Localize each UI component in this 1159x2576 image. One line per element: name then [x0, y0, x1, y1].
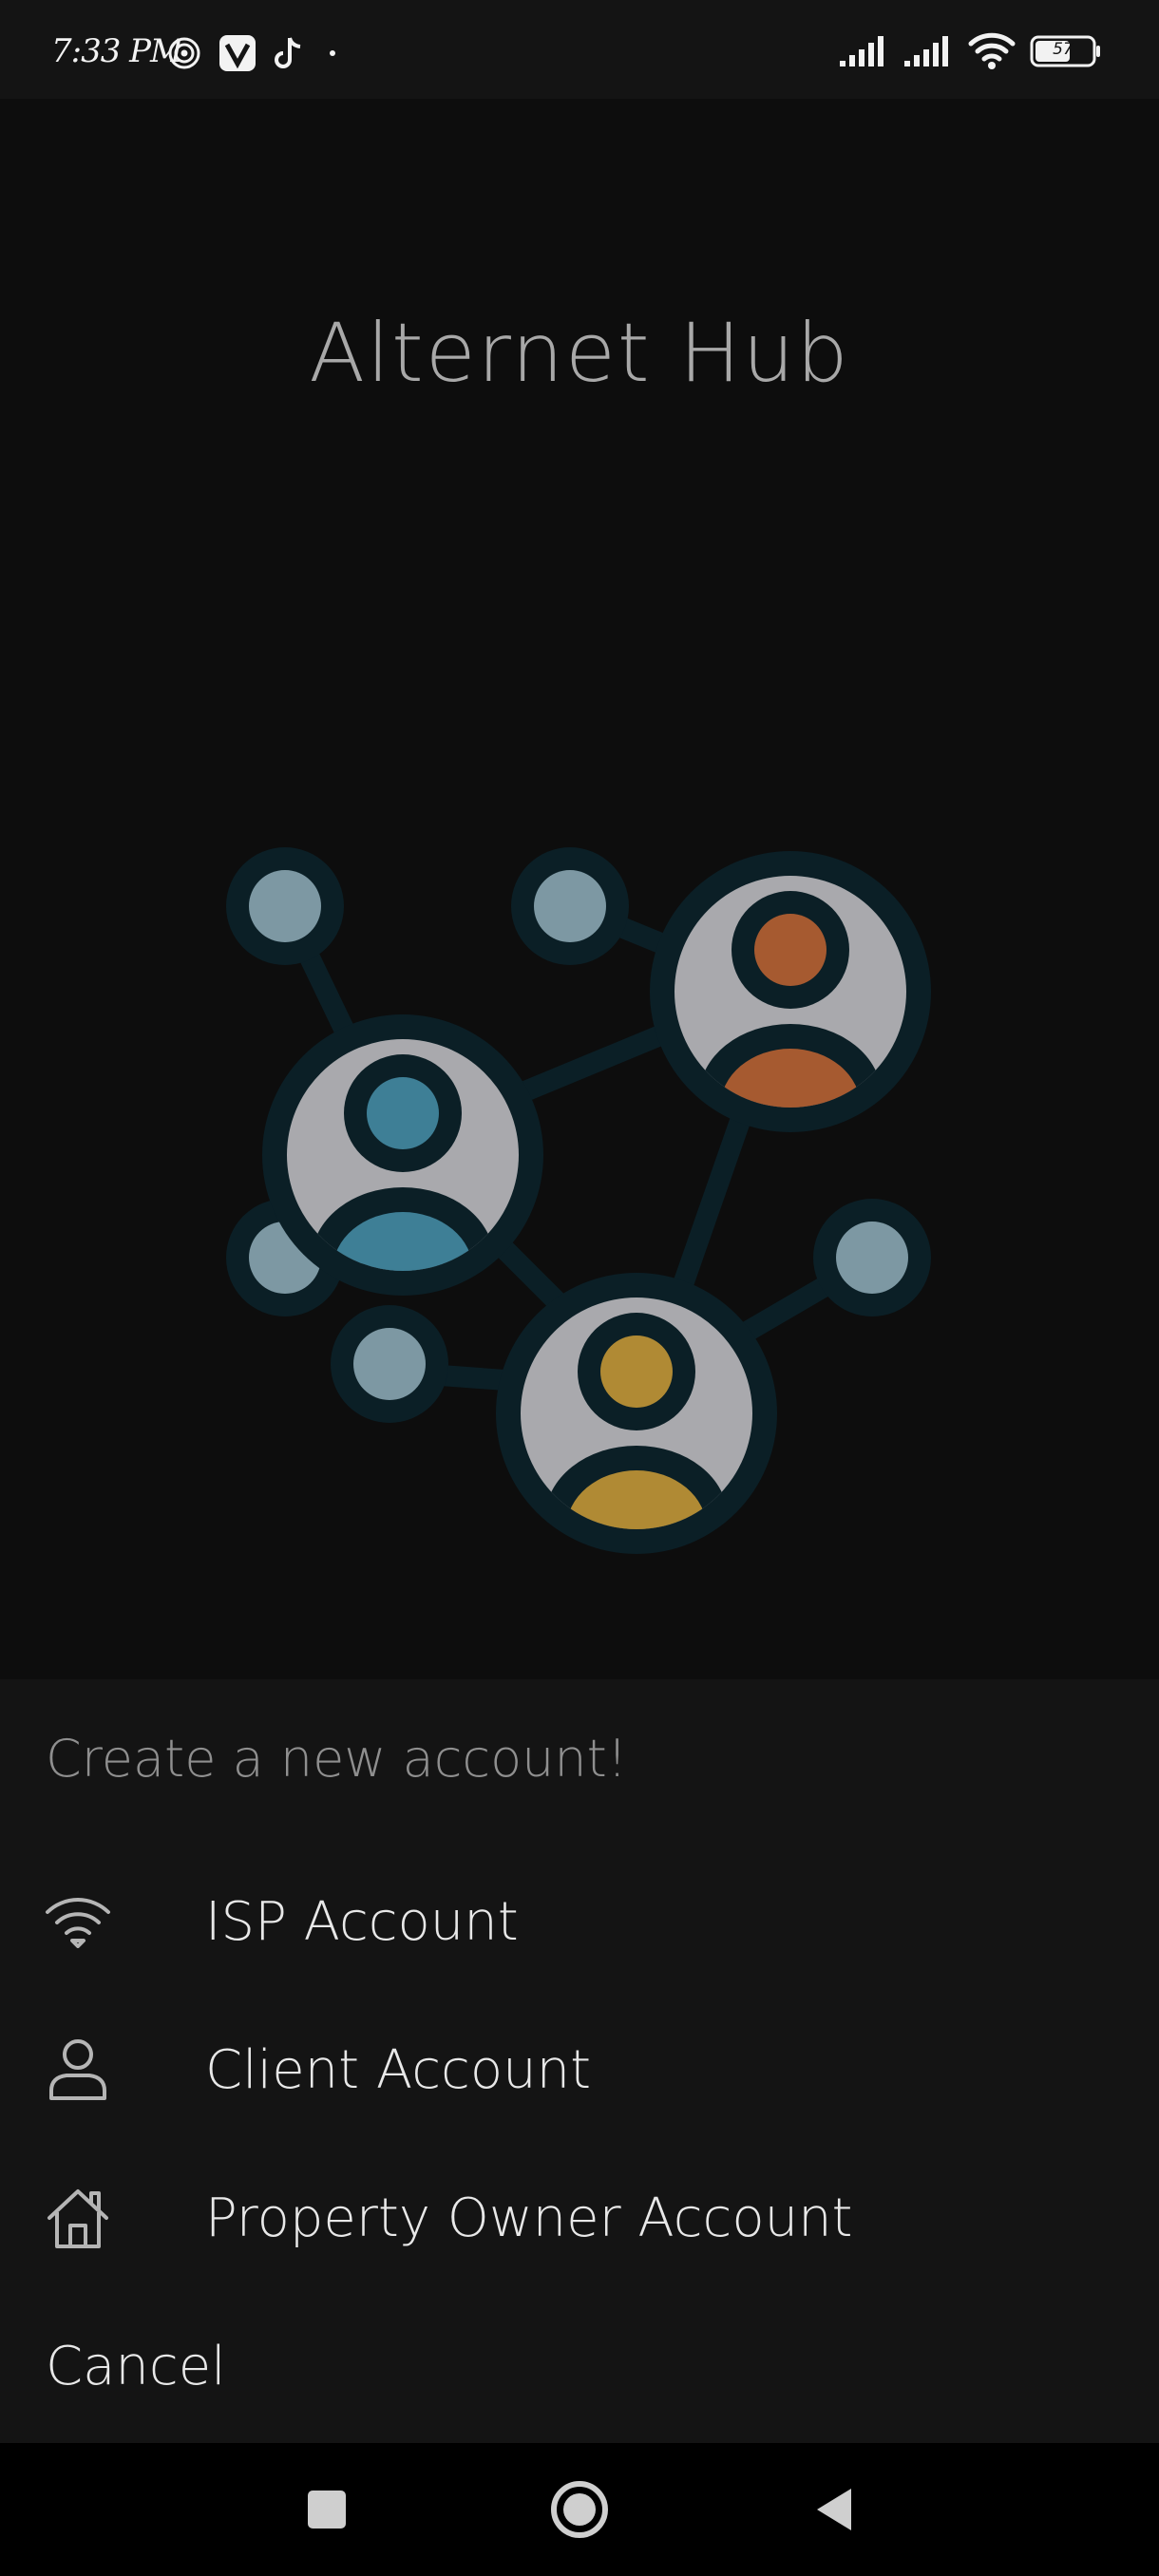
small-node: [331, 1305, 448, 1423]
person-avatar-orange: [650, 851, 931, 1132]
small-node: [511, 847, 629, 965]
account-type-sheet: Create a new account! ISP Account Client…: [0, 1679, 1159, 2443]
signal-icon: [838, 34, 889, 72]
main-content: Alternet Hub: [0, 99, 1159, 1679]
cancel-button[interactable]: Cancel: [0, 2304, 1159, 2428]
navigation-bar: [0, 2443, 1159, 2576]
recents-button[interactable]: [296, 2479, 357, 2540]
person-avatar-yellow: [496, 1273, 777, 1554]
wifi-icon: [967, 32, 1016, 74]
cancel-label: Cancel: [46, 2335, 226, 2397]
target-icon: [167, 36, 201, 74]
small-node: [226, 847, 344, 965]
sheet-heading: Create a new account!: [46, 1729, 628, 1789]
network-people-illustration: [209, 745, 950, 1581]
client-account-label: Client Account: [205, 2038, 592, 2101]
system-icons: 57: [838, 32, 1102, 74]
isp-account-label: ISP Account: [205, 1890, 519, 1953]
square-icon: [308, 2491, 346, 2529]
home-button[interactable]: [549, 2479, 610, 2540]
property-owner-account-option[interactable]: Property Owner Account: [0, 2156, 1159, 2280]
property-owner-account-label: Property Owner Account: [205, 2187, 853, 2249]
signal-icon: [902, 34, 954, 72]
notification-icons: [167, 34, 344, 76]
dot-icon: [321, 42, 344, 68]
isp-account-option[interactable]: ISP Account: [0, 1860, 1159, 1983]
wifi-icon: [44, 1887, 112, 1956]
status-bar: 7:33 PM 57: [0, 0, 1159, 99]
small-node: [813, 1199, 931, 1316]
battery-icon: 57: [1030, 34, 1102, 72]
tiktok-icon: [274, 35, 304, 75]
person-icon: [44, 2036, 112, 2104]
app-title: Alternet Hub: [309, 306, 850, 401]
battery-level: 57: [1053, 40, 1074, 59]
triangle-back-icon: [817, 2489, 851, 2530]
client-account-option[interactable]: Client Account: [0, 2008, 1159, 2131]
status-time: 7:33 PM: [51, 32, 183, 70]
house-icon: [44, 2184, 112, 2252]
v-app-icon: [218, 34, 256, 76]
back-button[interactable]: [804, 2479, 864, 2540]
